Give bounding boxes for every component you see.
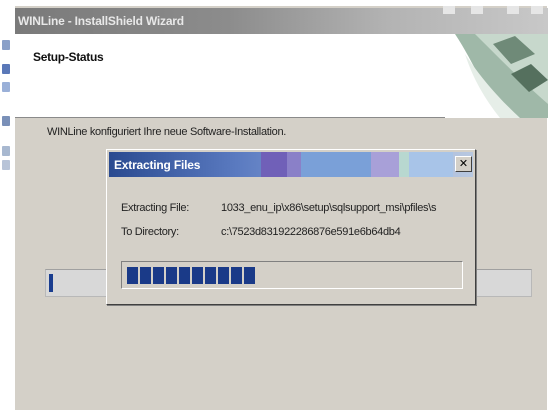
progress-segment	[231, 267, 242, 284]
extract-progress-track	[125, 265, 459, 285]
page-title: Setup-Status	[33, 50, 104, 64]
dialog-title-bar[interactable]: Extracting Files ✕	[109, 152, 473, 177]
to-directory-value: c:\7523d831922286876e591e6b64db4	[221, 226, 401, 238]
dialog-title: Extracting Files	[114, 158, 201, 172]
desktop-strip	[0, 0, 14, 410]
taskbar-icons	[435, 6, 548, 16]
desktop-icon	[2, 64, 10, 74]
progress-segment	[244, 267, 255, 284]
progress-segment	[179, 267, 190, 284]
desktop-icon	[2, 40, 10, 50]
progress-segment	[192, 267, 203, 284]
progress-segment	[153, 267, 164, 284]
extract-progress-bar	[121, 261, 463, 289]
main-progress-fill	[49, 274, 53, 292]
progress-segment	[166, 267, 177, 284]
status-text: WINLine konfiguriert Ihre neue Software-…	[47, 126, 287, 138]
desktop-icon	[2, 160, 10, 170]
progress-segment	[205, 267, 216, 284]
progress-segment	[127, 267, 138, 284]
desktop-icon	[2, 82, 10, 92]
to-directory-label: To Directory:	[121, 226, 179, 238]
close-button[interactable]: ✕	[455, 156, 472, 172]
wizard-title: WINLine - InstallShield Wizard	[18, 14, 184, 28]
wizard-header: Setup-Status	[15, 34, 548, 118]
progress-segment	[218, 267, 229, 284]
close-icon: ✕	[458, 157, 469, 170]
desktop-icon	[2, 146, 10, 156]
extracting-file-value: 1033_enu_ip\x86\setup\sqlsupport_msi\pfi…	[221, 202, 437, 214]
desktop-icon	[2, 116, 10, 126]
extracting-files-dialog: Extracting Files ✕ Extracting File: 1033…	[106, 149, 476, 305]
progress-segment	[140, 267, 151, 284]
installshield-corner-graphic	[445, 34, 548, 118]
extracting-file-label: Extracting File:	[121, 202, 189, 214]
